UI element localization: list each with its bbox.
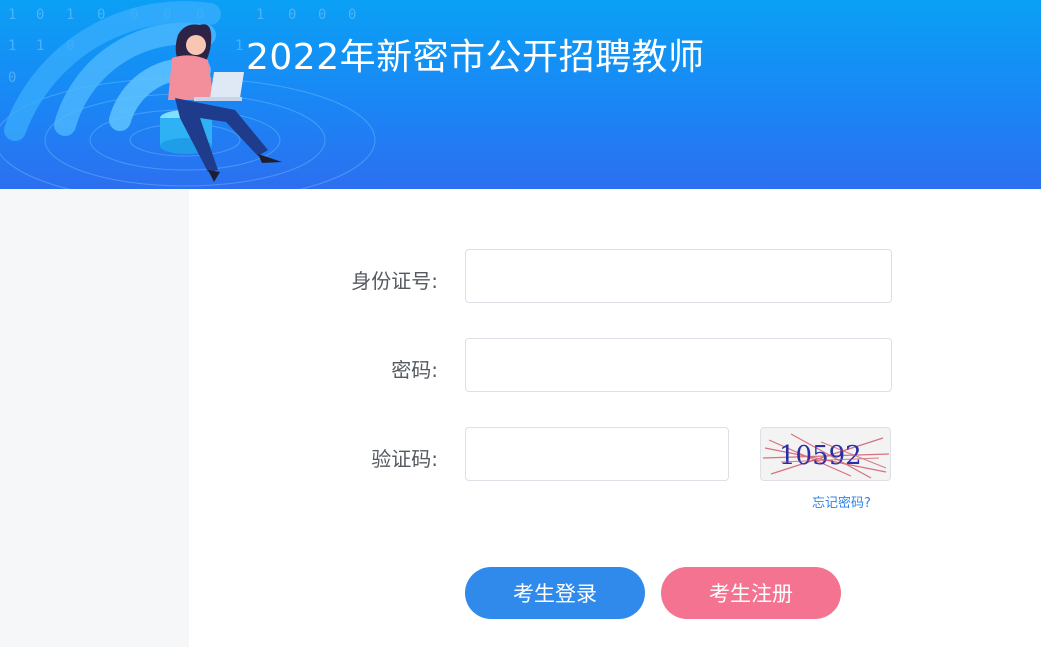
password-label: 密码: xyxy=(391,358,438,382)
left-sidebar-panel xyxy=(0,189,189,647)
binary-digit: 0 xyxy=(8,70,16,86)
captcha-label: 验证码: xyxy=(371,447,438,471)
binary-digit: 1 xyxy=(66,7,74,23)
id-number-input[interactable] xyxy=(465,249,892,303)
password-input[interactable] xyxy=(465,338,892,392)
header-banner: 1 0 1 0 0 0 0 1 0 0 0 1 1 0 1 0 2022年新密市… xyxy=(0,0,1041,189)
page-title: 2022年新密市公开招聘教师 xyxy=(246,37,705,78)
binary-digit: 1 xyxy=(235,38,243,54)
binary-digit: 1 xyxy=(8,7,16,23)
binary-digit: 0 xyxy=(36,7,44,23)
binary-digit: 1 xyxy=(8,38,16,54)
id-number-label: 身份证号: xyxy=(351,269,438,293)
binary-digit: 1 xyxy=(256,7,264,23)
captcha-text: 10592 xyxy=(779,441,862,471)
binary-digit: 0 xyxy=(318,7,326,23)
register-button[interactable]: 考生注册 xyxy=(661,567,841,619)
binary-digit: 1 xyxy=(36,38,44,54)
captcha-input[interactable] xyxy=(465,427,729,481)
forgot-password-link[interactable]: 忘记密码? xyxy=(812,492,871,511)
captcha-image[interactable]: 10592 xyxy=(760,427,891,481)
binary-digit: 0 xyxy=(348,7,356,23)
binary-digit: 0 xyxy=(288,7,296,23)
login-button[interactable]: 考生登录 xyxy=(465,567,645,619)
